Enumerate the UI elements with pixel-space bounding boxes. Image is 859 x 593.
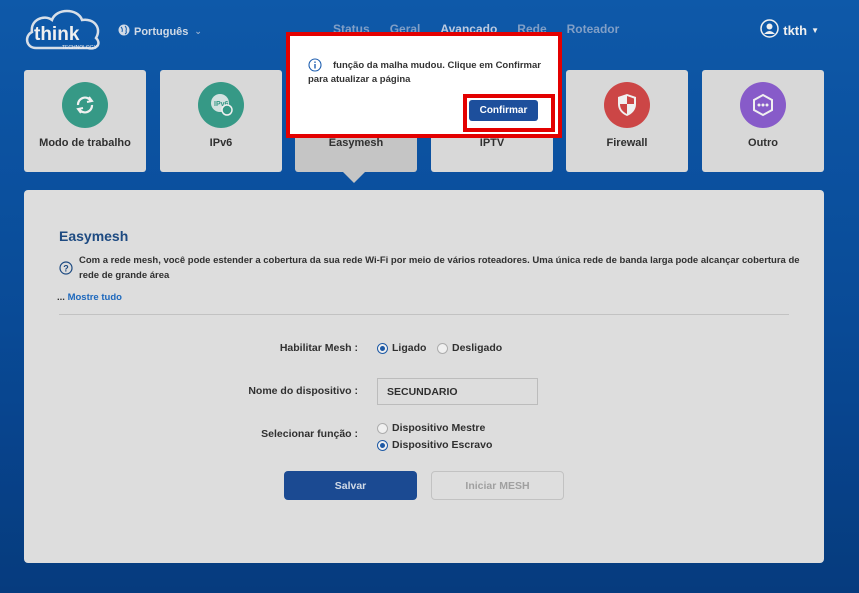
tile-label: Firewall (606, 137, 648, 149)
radio-master[interactable] (377, 422, 388, 434)
enable-mesh-off-option[interactable]: Desligado (437, 342, 502, 354)
role-slave-option[interactable]: Dispositivo Escravo (377, 439, 492, 451)
tile-outro[interactable]: Outro (702, 70, 824, 172)
panel-description: Com a rede mesh, você pode estender a co… (79, 255, 800, 281)
device-name-label: Nome do dispositivo : (248, 385, 358, 397)
svg-text:TECHNOLOGY: TECHNOLOGY (62, 45, 98, 51)
enable-mesh-on-option[interactable]: Ligado (377, 342, 426, 354)
enable-mesh-label: Habilitar Mesh : (279, 342, 358, 354)
ipv6-icon: IPv6 (198, 82, 244, 128)
radio-on[interactable] (377, 342, 388, 354)
username: tkth (783, 22, 808, 38)
chevron-down-icon: ⌄ (194, 26, 202, 36)
enable-on-label: Ligado (392, 342, 427, 354)
dialog-message: função da malha mudou. Clique em Confirm… (308, 60, 541, 85)
save-button[interactable]: Salvar (284, 471, 417, 500)
start-mesh-button[interactable]: Iniciar MESH (431, 471, 564, 500)
show-all-link[interactable]: Mostre tudo (68, 292, 122, 303)
selected-tile-pointer (343, 172, 365, 183)
radio-off[interactable] (437, 342, 448, 354)
user-avatar-icon (760, 19, 779, 41)
nav-roteador[interactable]: Roteador (567, 22, 620, 36)
think-logo: think TECHNOLOGY (22, 6, 104, 54)
confirmation-dialog: função da malha mudou. Clique em Confirm… (286, 32, 562, 138)
tile-label: Easymesh (328, 137, 384, 149)
refresh-icon (62, 82, 108, 128)
show-more: ... Mostre tudo (57, 292, 122, 303)
more-icon (740, 82, 786, 128)
ellipsis: ... (57, 292, 65, 303)
role-master-label: Dispositivo Mestre (392, 422, 486, 434)
divider (59, 314, 789, 315)
tile-label: IPTV (479, 137, 505, 149)
easymesh-panel: Easymesh ? Com a rede mesh, você pode es… (24, 190, 824, 563)
tile-label: Outro (748, 137, 778, 149)
help-icon: ? (59, 261, 73, 275)
tile-firewall[interactable]: Firewall (566, 70, 688, 172)
shield-icon (604, 82, 650, 128)
caret-down-icon: ▼ (811, 25, 819, 35)
panel-title: Easymesh (59, 228, 129, 244)
enable-off-label: Desligado (452, 342, 503, 354)
user-menu[interactable]: tkth ▼ (760, 19, 819, 41)
tile-modo-de-trabalho[interactable]: Modo de trabalho (24, 70, 146, 172)
globe-icon (118, 24, 130, 39)
tile-label: Modo de trabalho (39, 137, 131, 149)
dialog-body: função da malha mudou. Clique em Confirm… (293, 39, 555, 132)
language-label: Português (134, 25, 189, 38)
radio-slave[interactable] (377, 439, 388, 451)
device-name-input[interactable] (377, 378, 538, 405)
svg-text:think: think (34, 24, 80, 45)
tile-label: IPv6 (209, 137, 233, 149)
confirm-button[interactable]: Confirmar (469, 100, 538, 121)
role-label: Selecionar função : (261, 428, 358, 440)
language-selector[interactable]: Português ⌄ (118, 24, 202, 39)
role-master-option[interactable]: Dispositivo Mestre (377, 422, 485, 434)
role-slave-label: Dispositivo Escravo (392, 439, 493, 451)
svg-text:?: ? (63, 264, 69, 274)
tile-ipv6[interactable]: IPv6 IPv6 (160, 70, 282, 172)
